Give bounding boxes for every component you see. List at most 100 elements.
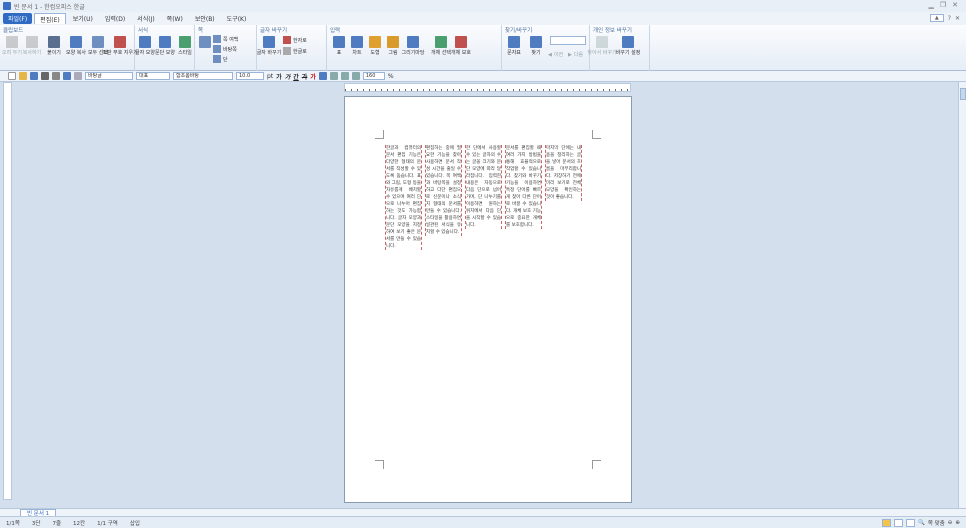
- char-change-button[interactable]: 글자 바꾸기: [257, 36, 281, 56]
- privacy-find-button[interactable]: 찾아서 바꾸기: [587, 36, 617, 56]
- vertical-scrollbar[interactable]: [958, 82, 966, 508]
- italic-button[interactable]: 가: [285, 72, 291, 81]
- new-doc-icon[interactable]: [8, 72, 16, 80]
- group-title-privacy: 개인 정보 바꾸기: [593, 28, 632, 34]
- help-button[interactable]: ?: [948, 15, 951, 22]
- scroll-thumb[interactable]: [960, 88, 966, 100]
- align-center-icon[interactable]: [340, 72, 349, 80]
- picture-button[interactable]: 그림: [383, 36, 403, 56]
- menu-view[interactable]: 보기(U): [68, 13, 98, 24]
- group-title-find: 찾기/바꾸기: [505, 28, 533, 34]
- minimize-icon[interactable]: ▁: [928, 1, 933, 9]
- menu-insert[interactable]: 입력(D): [100, 13, 130, 24]
- menu-bar: 파일(F) 편집(E) 보기(U) 입력(D) 서식(J) 쪽(W) 보안(B)…: [0, 12, 966, 25]
- brush-icon: [70, 36, 82, 48]
- shape-icon: [369, 36, 381, 48]
- select-all-icon: [92, 36, 104, 48]
- table-button[interactable]: 표: [329, 36, 349, 56]
- hangul-button[interactable]: 한글로: [283, 47, 307, 55]
- text-column-3[interactable]: 한 단에서 사용할 수 있는 글자의 수는 글꼴 크기와 문단 모양에 따라 달…: [465, 145, 502, 229]
- page-setup-button[interactable]: [195, 36, 215, 48]
- align-left-icon[interactable]: [329, 72, 338, 80]
- cut-button[interactable]: 오려 두기: [2, 36, 22, 56]
- language-select[interactable]: 대표: [136, 72, 170, 80]
- ribbon-group-format: 서식 글자 모양 문단 모양 스타일: [135, 25, 195, 71]
- underline-button[interactable]: 간: [293, 72, 299, 81]
- chart-button[interactable]: 차트: [347, 36, 367, 56]
- status-bar: 1/1쪽 3단 7줄 12칸 1/1 구역 삽입 🔍 쪽 맞춤 ⊖ ⊕: [0, 516, 966, 528]
- status-char: 12칸: [73, 520, 86, 527]
- menu-security[interactable]: 보안(B): [190, 13, 220, 24]
- drawing-button[interactable]: 그리기마당: [402, 36, 425, 56]
- preview-icon[interactable]: [52, 72, 60, 80]
- find-input[interactable]: [550, 36, 586, 45]
- symbol-button[interactable]: 문자표: [504, 36, 524, 56]
- master-page-icon: [213, 45, 221, 53]
- view-outline-button[interactable]: [905, 519, 915, 527]
- object-select-button[interactable]: 개체 선택: [431, 36, 451, 56]
- close-doc-icon[interactable]: ✕: [955, 15, 960, 22]
- object-protect-button[interactable]: 개체 보호: [451, 36, 471, 56]
- status-mode[interactable]: 삽입: [130, 519, 140, 527]
- menu-edit[interactable]: 편집(E): [34, 13, 66, 24]
- view-page-button[interactable]: [893, 519, 903, 527]
- column-icon: [213, 55, 221, 63]
- bold-button[interactable]: 가: [276, 72, 282, 81]
- redo-icon[interactable]: [74, 72, 82, 80]
- menu-file[interactable]: 파일(F): [3, 13, 33, 24]
- ribbon-group-input: 입력 표 차트 도형 그림 그리기마당 개체 선택 개체 보호: [327, 25, 502, 71]
- style-icon: [179, 36, 191, 48]
- shape-button[interactable]: 도형: [365, 36, 385, 56]
- find-prev-button[interactable]: ◀ 이전: [548, 51, 563, 59]
- format-toolbar: 바탕글 대표 함초롬바탕 10.0 pt 가 가 간 가 가 160 %: [0, 71, 966, 82]
- font-size-input[interactable]: 10.0: [236, 72, 264, 80]
- shape-copy-button[interactable]: 모양 복사: [66, 36, 86, 56]
- restore-icon[interactable]: ❐: [940, 1, 946, 9]
- page-area-button[interactable]: 쪽 여백: [213, 35, 238, 43]
- arrow-right-icon: ▶: [568, 51, 572, 58]
- find-next-button[interactable]: ▶ 다음: [568, 51, 583, 59]
- style-button[interactable]: 스타일: [175, 36, 195, 56]
- text-column-5[interactable]: 마지막 단에는 내용을 정리하는 글을 넣어 문서의 흐름을 마무리합니다. 저…: [545, 145, 582, 201]
- menu-page[interactable]: 쪽(W): [162, 13, 188, 24]
- text-column-1[interactable]: 한글과 컴퓨터의 문서 편집 기능은 다양한 형태의 문서를 작성할 수 있도록…: [385, 145, 422, 250]
- text-column-4[interactable]: 문서를 편집할 때 여러 가지 방법을 통해 효율적으로 작업할 수 있습니다.…: [505, 145, 542, 229]
- drawing-icon: [407, 36, 419, 48]
- document-page[interactable]: 한글과 컴퓨터의 문서 편집 기능은 다양한 형태의 문서를 작성할 수 있도록…: [344, 96, 632, 503]
- view-normal-button[interactable]: [881, 519, 891, 527]
- zoom-in-icon[interactable]: ⊕: [955, 520, 960, 526]
- line-spacing-input[interactable]: 160: [362, 72, 385, 80]
- privacy-setting-button[interactable]: 바꾸기 설정: [616, 36, 640, 56]
- menu-tools[interactable]: 도구(K): [222, 13, 252, 24]
- close-icon[interactable]: ✕: [952, 1, 958, 9]
- hanja-button[interactable]: 한자로: [283, 36, 307, 44]
- object-protect-icon: [455, 36, 467, 48]
- erase-marks-button[interactable]: 조판 부호 지우기: [102, 36, 138, 56]
- align-right-icon[interactable]: [351, 72, 360, 80]
- scissors-icon: [6, 36, 18, 48]
- text-color-button[interactable]: 가: [310, 72, 316, 81]
- zoom-level[interactable]: 쪽 맞춤: [928, 519, 945, 527]
- para-shape-button[interactable]: 문단 모양: [155, 36, 175, 56]
- align-justify-icon[interactable]: [318, 72, 327, 80]
- zoom-out-icon[interactable]: ⊖: [948, 520, 953, 526]
- open-icon[interactable]: [19, 72, 27, 80]
- column-button[interactable]: 단: [213, 55, 228, 63]
- vertical-ruler: [3, 82, 12, 500]
- copy-button[interactable]: 복사하기: [22, 36, 42, 56]
- font-select[interactable]: 함초롬바탕: [173, 72, 233, 80]
- master-page-button[interactable]: 바탕쪽: [213, 45, 237, 53]
- char-shape-button[interactable]: 글자 모양: [135, 36, 155, 56]
- undo-icon[interactable]: [63, 72, 71, 80]
- text-column-2[interactable]: 편집하는 중에 필요한 기능을 찾아 사용하면 문서 작성 시간을 줄일 수 있…: [425, 145, 462, 236]
- paste-button[interactable]: 붙이기: [44, 36, 64, 56]
- group-title-page: 쪽: [198, 28, 204, 34]
- strike-button[interactable]: 가: [302, 72, 308, 81]
- print-icon[interactable]: [41, 72, 49, 80]
- menu-format[interactable]: 서식(J): [132, 13, 160, 24]
- find-button[interactable]: 찾기: [526, 36, 546, 56]
- status-column: 3단: [31, 520, 41, 527]
- save-icon[interactable]: [30, 72, 38, 80]
- ribbon-collapse-button[interactable]: ▲: [929, 14, 944, 22]
- style-select[interactable]: 바탕글: [85, 72, 133, 80]
